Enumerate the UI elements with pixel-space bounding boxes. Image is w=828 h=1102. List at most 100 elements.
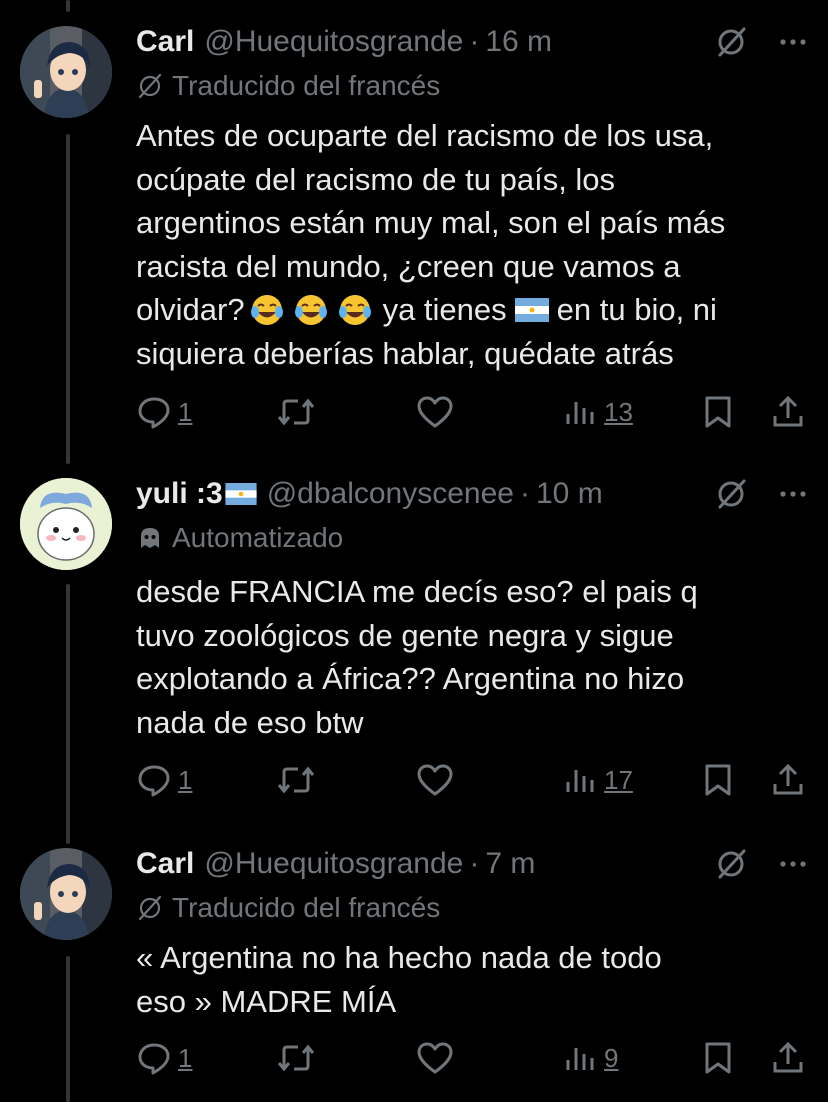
like-icon: [417, 396, 453, 428]
reply-count: 1: [178, 1042, 193, 1073]
thread-line-top: [66, 0, 70, 12]
view-count: 13: [604, 396, 633, 427]
face-with-tears-of-joy-emoji: [250, 294, 283, 325]
text-line: ocúpate del racismo de tu país, los: [136, 161, 616, 197]
more-icon[interactable]: [778, 849, 808, 879]
timestamp[interactable]: 7 m: [485, 847, 535, 881]
retweet-button[interactable]: [276, 758, 316, 802]
bot-icon: [136, 524, 164, 552]
grok-icon[interactable]: [714, 25, 748, 59]
grok-icon[interactable]: [714, 847, 748, 881]
text-line: Antes de ocuparte del racismo de los usa…: [136, 118, 714, 153]
display-name-text: yuli :3: [136, 477, 223, 510]
reply-button[interactable]: 1: [136, 1036, 192, 1080]
timestamp[interactable]: 10 m: [536, 477, 603, 511]
display-name[interactable]: Carl: [136, 847, 194, 881]
views-button[interactable]: 9: [564, 1036, 618, 1080]
header-actions: [714, 472, 808, 516]
view-count: 17: [604, 764, 633, 795]
retweet-button[interactable]: [276, 1036, 316, 1080]
text-line: explotando a África?? Argentina no hizo: [136, 661, 685, 696]
tweet-text: Antes de ocuparte del racismo de los usa…: [136, 114, 788, 375]
retweet-button[interactable]: [276, 390, 316, 434]
tweet-header: Carl @Huequitosgrande · 7 m: [136, 842, 808, 886]
tweet-3[interactable]: Carl @Huequitosgrande · 7 m Traducido de…: [0, 842, 828, 1092]
reply-count: 1: [178, 764, 193, 795]
bookmark-button[interactable]: [702, 1036, 734, 1080]
header-actions: [714, 842, 808, 886]
translation-label: Traducido del francés: [172, 70, 441, 101]
separator-dot: ·: [519, 477, 530, 510]
automated-label[interactable]: Automatizado: [136, 516, 343, 560]
bookmark-button[interactable]: [702, 390, 734, 434]
text-segment: ya tienes: [382, 292, 507, 327]
emoji-group: [249, 292, 373, 328]
tweet-header: Carl @Huequitosgrande · 16 m: [136, 20, 808, 64]
avatar[interactable]: [20, 848, 112, 940]
timestamp[interactable]: 16 m: [485, 25, 552, 59]
text-segment: en tu bio, ni: [556, 292, 717, 327]
bookmark-icon: [705, 764, 731, 796]
views-icon: [566, 402, 594, 424]
bookmark-button[interactable]: [702, 758, 734, 802]
display-name[interactable]: Carl: [136, 25, 194, 59]
text-line: eso » MADRE MÍA: [136, 983, 397, 1019]
translate-icon: [136, 72, 164, 100]
header-actions: [714, 20, 808, 64]
like-button[interactable]: [416, 390, 454, 434]
reply-icon: [138, 765, 170, 797]
more-icon[interactable]: [778, 479, 808, 509]
tweet-2[interactable]: yuli :3 @dbalconyscenee · 10 m Automatiz…: [0, 472, 828, 812]
user-handle[interactable]: @dbalconyscenee: [267, 477, 514, 511]
separator-dot: ·: [469, 847, 480, 880]
tweet-actions: 1 9: [136, 1036, 808, 1080]
like-button[interactable]: [416, 1036, 454, 1080]
tweet-text: desde FRANCIA me decís eso? el pais q tu…: [136, 570, 788, 744]
share-icon: [773, 763, 803, 795]
like-icon: [417, 764, 453, 796]
argentina-flag-emoji: [514, 297, 549, 322]
display-name[interactable]: yuli :3: [136, 477, 257, 511]
like-button[interactable]: [416, 758, 454, 802]
bookmark-icon: [705, 396, 731, 428]
grok-icon[interactable]: [714, 477, 748, 511]
retweet-icon: [277, 398, 315, 426]
share-button[interactable]: [770, 390, 806, 434]
text-line: nada de eso btw: [136, 704, 364, 740]
separator-dot: ·: [469, 25, 480, 58]
like-icon: [417, 1042, 453, 1074]
translate-icon: [136, 894, 164, 922]
reply-button[interactable]: 1: [136, 758, 192, 802]
text-line: racista del mundo, ¿creen que vamos a: [136, 248, 681, 284]
more-icon[interactable]: [778, 27, 808, 57]
text-line: olvidar? ya tienes en tu bio, ni: [136, 288, 788, 332]
translation-notice[interactable]: Traducido del francés: [136, 886, 440, 930]
argentina-flag-emoji: [225, 483, 257, 505]
text-line: siquiera deberías hablar, quédate atrás: [136, 335, 674, 371]
view-count: 9: [604, 1042, 619, 1073]
face-with-tears-of-joy-emoji: [338, 294, 371, 325]
bookmark-icon: [705, 1042, 731, 1074]
views-icon: [566, 770, 594, 792]
share-button[interactable]: [770, 758, 806, 802]
user-handle[interactable]: @Huequitosgrande: [204, 847, 463, 881]
automated-text: Automatizado: [172, 522, 344, 553]
share-icon: [773, 395, 803, 427]
text-segment: olvidar?: [136, 292, 245, 327]
face-with-tears-of-joy-emoji: [294, 294, 327, 325]
share-button[interactable]: [770, 1036, 806, 1080]
text-line: argentinos están muy mal, son el país má…: [136, 205, 726, 240]
retweet-icon: [277, 1044, 315, 1072]
reply-count: 1: [178, 396, 193, 427]
views-button[interactable]: 17: [564, 758, 633, 802]
reply-button[interactable]: 1: [136, 390, 192, 434]
avatar[interactable]: [20, 26, 112, 118]
views-button[interactable]: 13: [564, 390, 633, 434]
user-handle[interactable]: @Huequitosgrande: [204, 25, 463, 59]
text-line: « Argentina no ha hecho nada de todo: [136, 940, 662, 975]
translation-notice[interactable]: Traducido del francés: [136, 64, 440, 108]
avatar[interactable]: [20, 478, 112, 570]
tweet-text: « Argentina no ha hecho nada de todo eso…: [136, 936, 788, 1023]
text-line: desde FRANCIA me decís eso? el pais q: [136, 574, 698, 609]
tweet-1[interactable]: Carl @Huequitosgrande · 16 m Traducido d…: [0, 20, 828, 440]
